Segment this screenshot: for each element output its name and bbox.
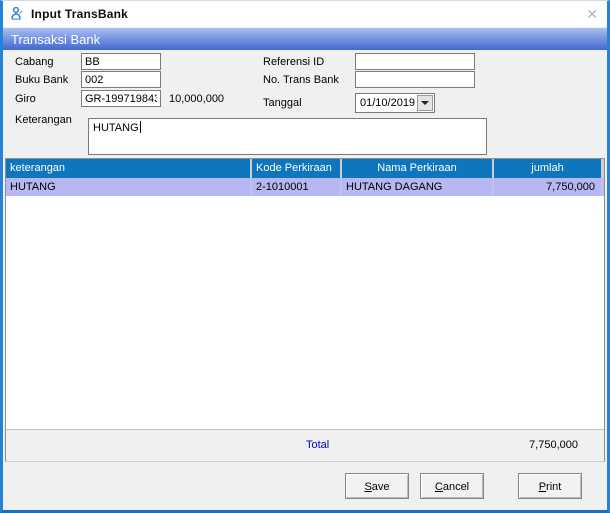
app-icon — [9, 6, 25, 22]
col-header-jumlah[interactable]: jumlah — [494, 159, 603, 178]
keterangan-text: HUTANG — [93, 122, 139, 134]
total-bar: Total 7,750,000 — [6, 429, 604, 461]
print-button[interactable]: Print — [518, 473, 582, 499]
tanggal-dropdown-button[interactable] — [417, 95, 433, 111]
window-title: Input TransBank — [31, 7, 128, 21]
buku-bank-label: Buku Bank — [15, 74, 68, 86]
cell-nama-perkiraan: HUTANG DAGANG — [342, 178, 494, 196]
col-header-kode-perkiraan[interactable]: Kode Perkiraan — [252, 159, 342, 178]
tanggal-value: 01/10/2019 — [356, 97, 417, 109]
tanggal-label: Tanggal — [263, 97, 302, 109]
giro-input[interactable] — [81, 90, 161, 107]
tanggal-select[interactable]: 01/10/2019 — [355, 93, 435, 113]
cell-kode-perkiraan: 2-1010001 — [252, 178, 342, 196]
button-bar: Save Cancel Print — [3, 462, 607, 510]
giro-balance: 10,000,000 — [169, 93, 224, 105]
cell-keterangan: HUTANG — [6, 178, 252, 196]
chevron-down-icon — [421, 101, 429, 105]
transaction-grid-panel: keterangan Kode Perkiraan Nama Perkiraan… — [5, 158, 605, 462]
cell-jumlah: 7,750,000 — [494, 178, 603, 196]
form-caption-bar: Transaksi Bank — [3, 27, 607, 50]
giro-label: Giro — [15, 93, 36, 105]
save-accesskey: S — [364, 481, 371, 493]
text-caret — [140, 121, 141, 133]
col-header-keterangan[interactable]: keterangan — [6, 159, 252, 178]
total-value: 7,750,000 — [529, 439, 578, 451]
form-area: Cabang Buku Bank Giro 10,000,000 Referen… — [3, 50, 607, 158]
close-icon[interactable]: ✕ — [586, 5, 598, 23]
title-bar: Input TransBank ✕ — [3, 1, 607, 27]
referensi-id-input[interactable] — [355, 53, 475, 70]
total-label: Total — [306, 439, 329, 451]
grid-empty-area — [6, 196, 604, 429]
keterangan-label: Keterangan — [15, 114, 72, 126]
cancel-button[interactable]: Cancel — [420, 473, 484, 499]
cabang-input[interactable] — [81, 53, 161, 70]
grid-header-row: keterangan Kode Perkiraan Nama Perkiraan… — [6, 159, 604, 178]
save-button[interactable]: Save — [345, 473, 409, 499]
input-transbank-window: Input TransBank ✕ Transaksi Bank Cabang … — [0, 0, 610, 513]
print-label-rest: rint — [546, 481, 561, 493]
no-trans-bank-label: No. Trans Bank — [263, 74, 339, 86]
cabang-label: Cabang — [15, 56, 54, 68]
keterangan-textarea[interactable]: HUTANG — [88, 118, 487, 155]
cancel-label-rest: ancel — [443, 481, 469, 493]
save-label-rest: ave — [372, 481, 390, 493]
print-accesskey: P — [539, 481, 546, 493]
form-caption-text: Transaksi Bank — [11, 32, 100, 47]
referensi-id-label: Referensi ID — [263, 56, 324, 68]
col-header-nama-perkiraan[interactable]: Nama Perkiraan — [342, 159, 494, 178]
table-row[interactable]: HUTANG 2-1010001 HUTANG DAGANG 7,750,000 — [6, 178, 604, 196]
buku-bank-input[interactable] — [81, 71, 161, 88]
cancel-accesskey: C — [435, 481, 443, 493]
no-trans-bank-input[interactable] — [355, 71, 475, 88]
